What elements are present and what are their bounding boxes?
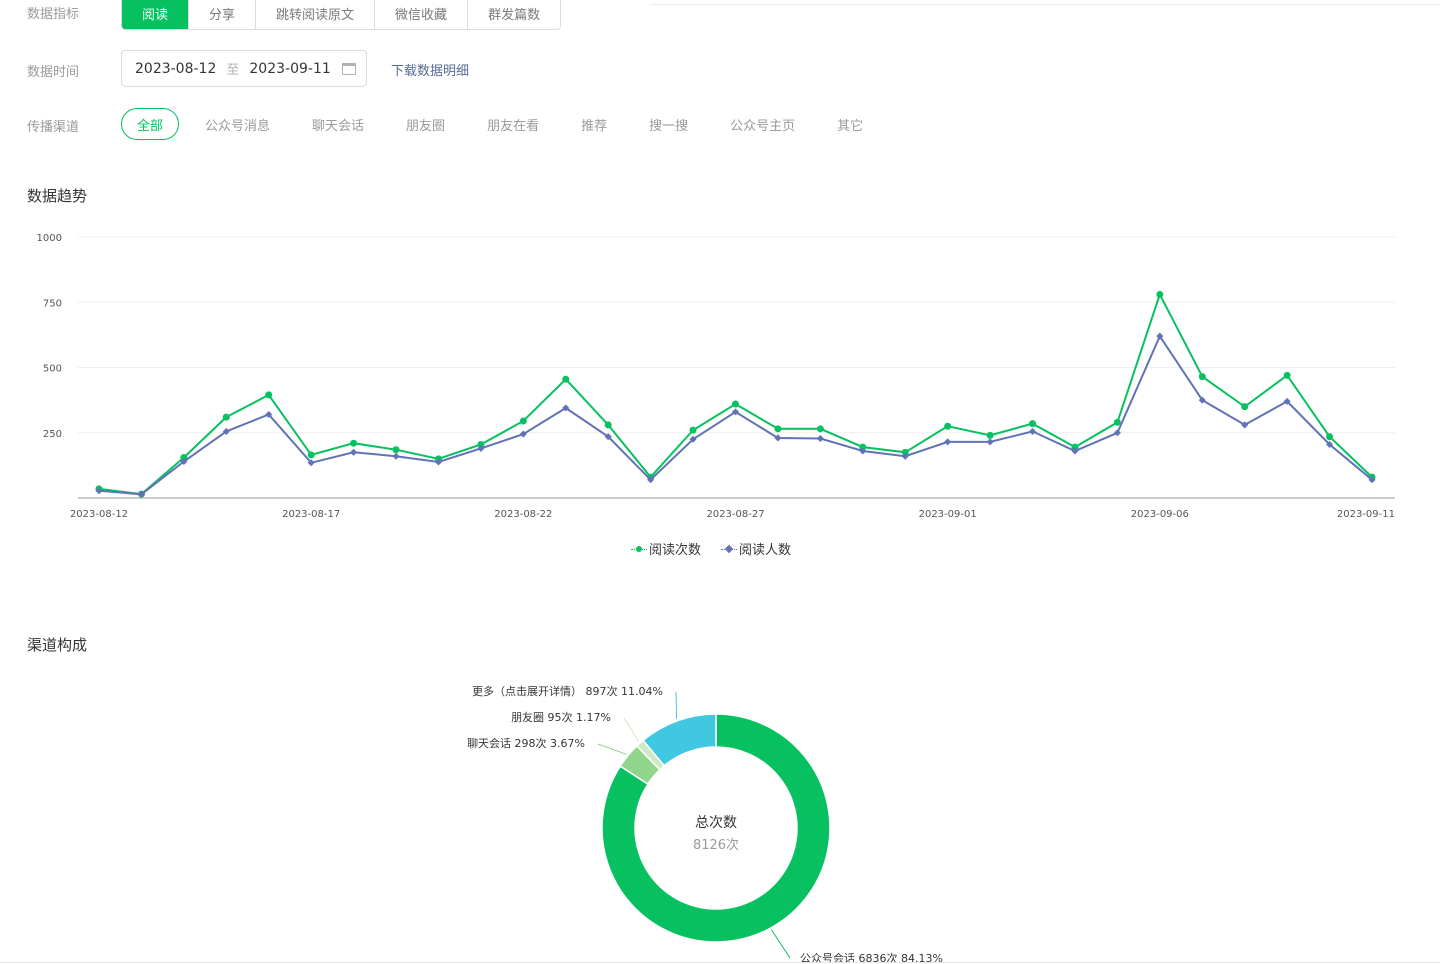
data-point <box>1113 429 1121 437</box>
data-point <box>265 391 273 399</box>
channel-recommend[interactable]: 推荐 <box>581 115 607 134</box>
x-tick-label: 2023-08-27 <box>706 509 764 520</box>
date-end: 2023-09-11 <box>249 60 331 77</box>
channel-chat[interactable]: 聊天会话 <box>312 115 364 134</box>
channel-label: 传播渠道 <box>27 120 80 135</box>
data-point <box>307 451 315 459</box>
data-point <box>986 438 994 446</box>
metric-label: 数据指标 <box>27 7 80 22</box>
channel-profile[interactable]: 公众号主页 <box>730 115 795 134</box>
channel-search[interactable]: 搜一搜 <box>649 115 688 134</box>
data-point <box>519 417 527 425</box>
data-point <box>1241 403 1249 411</box>
legend-reads-label: 阅读次数 <box>649 543 702 558</box>
y-tick-label: 750 <box>43 298 62 309</box>
donut-center-value: 8126次 <box>693 837 739 853</box>
slice-leader-line <box>771 929 791 959</box>
legend-readers-label: 阅读人数 <box>739 543 792 558</box>
legend-readers-marker <box>721 544 738 554</box>
data-point <box>392 452 400 460</box>
channel-donut-chart: 公众号会话 6836次 84.13% 聊天会话 298次 3.67% 朋友圈 95次… <box>467 684 943 962</box>
series-line-1 <box>98 291 1373 496</box>
x-tick-label: 2023-08-22 <box>494 509 552 520</box>
bottom-divider <box>0 962 1440 963</box>
channel-official-message[interactable]: 公众号消息 <box>205 115 270 134</box>
data-point <box>732 400 739 408</box>
slice-leader-line <box>623 717 640 742</box>
metric-tab-read-original[interactable]: 跳转阅读原文 <box>256 0 376 29</box>
date-start: 2023-08-12 <box>135 60 217 77</box>
data-point <box>1029 420 1037 428</box>
slice-label: 公众号会话 6836次 84.13% <box>800 951 943 962</box>
data-point <box>774 425 782 433</box>
channel-all[interactable]: 全部 <box>121 108 180 140</box>
channel-friends-watching[interactable]: 朋友在看 <box>487 115 539 134</box>
x-tick-label: 2023-08-17 <box>282 509 340 520</box>
slice-leader-line <box>675 691 678 719</box>
time-label: 数据时间 <box>27 65 80 80</box>
date-range-picker[interactable]: 2023-08-12 至 2023-09-11 <box>121 50 367 87</box>
data-point <box>944 422 952 430</box>
data-point <box>392 446 400 454</box>
x-tick-label: 2023-09-11 <box>1337 509 1395 520</box>
trend-line-chart: 250 500 750 1000 2023-08-12 2023-08-17 2023-08… <box>37 233 1395 520</box>
metric-tab-read[interactable]: 阅读 <box>122 0 190 29</box>
donut-center-title: 总次数 <box>695 815 737 831</box>
date-separator: 至 <box>226 63 240 78</box>
slice-label: 聊天会话 298次 3.67% <box>467 736 585 750</box>
data-point <box>350 439 358 447</box>
data-point <box>689 426 697 434</box>
data-point <box>222 413 230 421</box>
data-point <box>1028 427 1037 435</box>
composition-title: 渠道构成 <box>27 636 88 654</box>
data-point <box>562 375 570 383</box>
data-point <box>1283 371 1291 379</box>
y-tick-label: 250 <box>43 429 62 440</box>
y-tick-label: 500 <box>43 364 62 375</box>
legend-reads-marker <box>631 544 647 554</box>
data-point <box>604 421 612 429</box>
trend-legend: 阅读次数 阅读人数 <box>631 539 811 558</box>
x-tick-label: 2023-08-12 <box>70 509 128 520</box>
metric-tab-favorite[interactable]: 微信收藏 <box>375 0 469 29</box>
x-tick-label: 2023-09-06 <box>1131 509 1189 520</box>
download-detail-link[interactable]: 下载数据明细 <box>391 60 469 79</box>
legend-item-reads[interactable]: 阅读次数 <box>631 539 701 558</box>
data-point <box>1326 433 1334 441</box>
data-point <box>816 425 824 433</box>
data-point <box>1156 290 1164 298</box>
data-point <box>816 434 824 443</box>
channel-filter: 全部 公众号消息 聊天会话 朋友圈 朋友在看 推荐 搜一搜 公众号主页 其它 <box>121 108 905 140</box>
top-divider <box>650 4 1440 5</box>
x-tick-label: 2023-09-01 <box>919 509 977 520</box>
data-point <box>986 431 994 439</box>
slice-leader-line <box>597 743 627 755</box>
metric-tab-post-count[interactable]: 群发篇数 <box>468 0 561 29</box>
slice-label: 朋友圈 95次 1.17% <box>511 710 611 724</box>
slice-label: 更多（点击展开详情） 897次 11.04% <box>472 684 663 698</box>
channel-other[interactable]: 其它 <box>837 115 863 134</box>
metric-tab-group: 阅读 分享 跳转阅读原文 微信收藏 群发篇数 <box>121 0 562 30</box>
channel-moments[interactable]: 朋友圈 <box>406 115 445 134</box>
legend-item-readers[interactable]: 阅读人数 <box>721 539 791 558</box>
data-point <box>1198 373 1206 381</box>
metric-tab-share[interactable]: 分享 <box>189 0 257 29</box>
data-point <box>350 448 358 456</box>
y-tick-label: 1000 <box>37 233 62 244</box>
trend-title: 数据趋势 <box>27 187 88 205</box>
data-point <box>944 438 952 446</box>
calendar-icon[interactable] <box>342 62 356 75</box>
